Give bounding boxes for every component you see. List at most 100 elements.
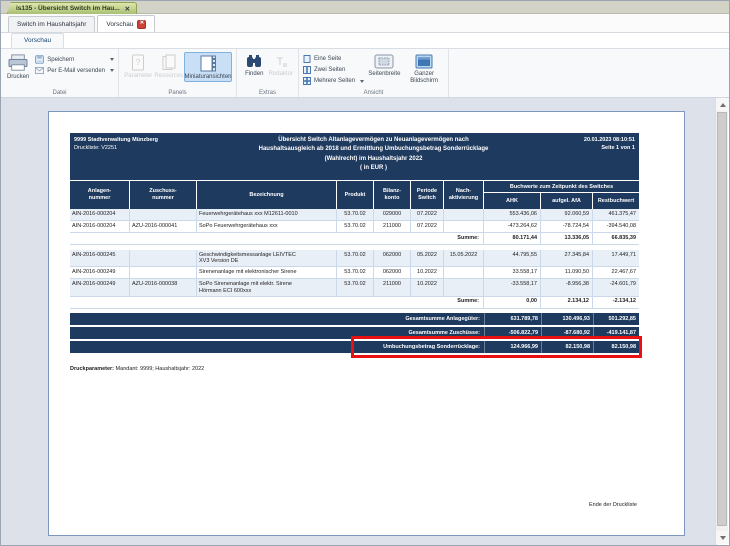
ribbon-group-extras: Finden T Redaktor Extras — [237, 49, 299, 97]
table-row: AIN-2016-000245 Geschwindigkeitsmessanla… — [70, 250, 639, 268]
document-tabs: Switch im Haushaltsjahr Vorschau ✕ — [1, 14, 729, 33]
window-tab-title: is135 - Übersicht Switch im Hau... — [16, 5, 120, 12]
fullscreen-icon — [415, 54, 433, 69]
text-editor-icon: T — [274, 54, 288, 69]
end-of-list-label: Ende der Druckliste — [589, 502, 637, 508]
parameter-page-icon: ? — [131, 54, 145, 71]
email-versenden-label: Per E-Mail versenden — [47, 67, 105, 74]
table-row: AIN-2016-000204 AZU-2016-000041 SoPo Feu… — [70, 221, 639, 233]
envelope-icon — [35, 67, 45, 74]
col-nachaktivierung: Nach- aktivierung — [444, 181, 484, 209]
eine-seite-label: Eine Seite — [314, 56, 342, 62]
eine-seite-button[interactable]: Eine Seite — [303, 55, 365, 63]
ribbon-group-panels: ? Parameter Resources Miniaturansichten … — [119, 49, 237, 97]
svg-text:T: T — [276, 56, 283, 68]
col-group-buchwerte: Buchwerte zum Zeitpunkt des Switches AHK… — [484, 181, 639, 209]
window-close-icon[interactable]: ✕ — [125, 5, 130, 13]
report-page: 9999 Stadtverwaltung Münzberg Druckliste… — [48, 111, 685, 536]
seitenbreite-label: Seitenbreite — [368, 71, 401, 77]
table-row: AIN-2016-000249 AZU-2016-000038 SoPo Sir… — [70, 279, 639, 297]
total-row-zuschuesse: Gesamtsumme Zuschüsse: -506.822,79 -87.6… — [70, 326, 639, 339]
seitenbreite-button[interactable]: Seitenbreite — [365, 52, 405, 78]
col-ahk: AHK — [484, 193, 541, 209]
app-window: is135 - Übersicht Switch im Hau... ✕ Swi… — [0, 0, 730, 546]
col-bilanzkonto: Bilanz- konto — [374, 181, 411, 209]
one-page-icon — [303, 55, 311, 63]
save-icon — [35, 55, 44, 64]
finden-label: Finden — [245, 71, 264, 77]
redaktor-button: T Redaktor — [268, 52, 295, 78]
vertical-scrollbar[interactable] — [715, 98, 729, 544]
ribbon: Drucken Speichern Per E-Mail versenden D… — [1, 49, 729, 98]
group-label-extras: Extras — [258, 90, 276, 96]
mehrere-seiten-dropdown-icon[interactable] — [360, 79, 365, 83]
druckparameter-line: Druckparameter: Mandant: 9999; Haushalts… — [70, 366, 205, 372]
preview-area[interactable]: 9999 Stadtverwaltung Münzberg Druckliste… — [1, 98, 717, 545]
sum-row: Summe: 0,00 2.134,12 -2.134,12 — [70, 296, 639, 309]
resources-pages-icon — [162, 54, 176, 71]
mehrere-seiten-label: Mehrere Seiten — [314, 78, 356, 84]
scroll-down-button[interactable] — [716, 531, 729, 544]
col-produkt: Produkt — [337, 181, 374, 209]
report-title: Übersicht Switch Altanlagevermögen zu Ne… — [258, 137, 489, 171]
titlebar: is135 - Übersicht Switch im Hau... ✕ — [1, 1, 729, 14]
druckliste-id: Druckliste: V2251 — [74, 144, 118, 151]
speichern-button[interactable]: Speichern — [35, 55, 114, 64]
drucken-label: Drucken — [6, 74, 30, 80]
resources-button: Resources — [154, 52, 185, 80]
zwei-seiten-button[interactable]: Zwei Seiten — [303, 66, 365, 74]
group-label-panels: Panels — [168, 90, 187, 96]
report-table: Anlagen- nummer Zuschuss- nummer Bezeich… — [70, 181, 642, 358]
col-aufgel-afa: aufgel. AfA — [541, 193, 593, 209]
svg-text:?: ? — [136, 58, 141, 67]
total-row-umbuchungsbetrag: Umbuchungsbetrag Sonderrücklage: 124.966… — [70, 335, 642, 358]
finden-button[interactable]: Finden — [241, 52, 268, 78]
ribbon-group-ansicht: Eine Seite Zwei Seiten Mehrere Seiten Se… — [299, 49, 449, 97]
miniaturansichten-button[interactable]: Miniaturansichten — [184, 52, 232, 82]
ribbon-tab-strip: Vorschau — [1, 33, 729, 49]
resources-label: Resources — [154, 73, 184, 79]
parameter-button: ? Parameter — [123, 52, 154, 80]
group-label-datei: Datei — [52, 90, 67, 96]
col-anlagennummer: Anlagen- nummer — [70, 181, 130, 209]
speichern-label: Speichern — [47, 56, 75, 63]
group-label-ansicht: Ansicht — [363, 90, 384, 96]
col-bezeichnung: Bezeichnung — [197, 181, 337, 209]
ribbon-group-datei: Drucken Speichern Per E-Mail versenden D… — [1, 49, 119, 97]
table-header: Anlagen- nummer Zuschuss- nummer Bezeich… — [70, 181, 639, 209]
email-versenden-button[interactable]: Per E-Mail versenden — [35, 67, 114, 74]
total-row-anlagegueter: Gesamtsumme Anlagegüter: 631.789,78 130.… — [70, 312, 639, 325]
scroll-up-icon — [719, 102, 726, 107]
window-tab[interactable]: is135 - Übersicht Switch im Hau... ✕ — [7, 2, 138, 14]
binoculars-icon — [246, 54, 262, 69]
drucken-button[interactable]: Drucken — [5, 52, 31, 81]
two-pages-icon — [303, 66, 311, 74]
redaktor-label: Redaktor — [268, 71, 293, 77]
ganzer-bildschirm-label: Ganzer Bildschirm — [410, 71, 438, 84]
email-dropdown-icon[interactable] — [110, 69, 114, 72]
miniaturansichten-label: Miniaturansichten — [184, 74, 232, 80]
table-row: AIN-2016-000204 Feuerwehrgerätehaus xxx … — [70, 209, 639, 221]
org-name: 9999 Stadtverwaltung Münzberg — [74, 137, 159, 143]
ribbon-tab-vorschau[interactable]: Vorschau — [11, 33, 65, 48]
multi-pages-icon — [303, 77, 311, 85]
tab-switch-im-haushaltsjahr[interactable]: Switch im Haushaltsjahr — [8, 16, 96, 32]
tab-vorschau[interactable]: Vorschau ✕ — [97, 15, 156, 32]
col-periode-switch: Periode Switch — [411, 181, 444, 209]
scroll-up-button[interactable] — [716, 98, 729, 111]
tab-close-icon[interactable]: ✕ — [137, 19, 147, 29]
printer-icon — [7, 54, 29, 72]
report-datetime: 20.01.2023 08:10:51 — [583, 137, 635, 143]
report-header: 9999 Stadtverwaltung Münzberg Druckliste… — [70, 133, 639, 180]
zwei-seiten-label: Zwei Seiten — [314, 67, 346, 73]
page-width-icon — [374, 54, 394, 69]
tab-vorschau-label: Vorschau — [106, 20, 134, 28]
report-page-info: Seite 1 von 1 — [601, 144, 635, 151]
scrollbar-thumb[interactable] — [717, 112, 727, 526]
col-restbuchwert: Restbuchwert — [593, 193, 639, 209]
speichern-dropdown-icon[interactable] — [110, 58, 114, 61]
table-row: AIN-2016-000249 Sirenenanlage mit elektr… — [70, 267, 639, 280]
mehrere-seiten-button[interactable]: Mehrere Seiten — [303, 77, 365, 85]
ganzer-bildschirm-button[interactable]: Ganzer Bildschirm — [404, 52, 444, 85]
sum-row: Summe: 80.171,44 13.336,05 66.835,39 — [70, 233, 639, 245]
